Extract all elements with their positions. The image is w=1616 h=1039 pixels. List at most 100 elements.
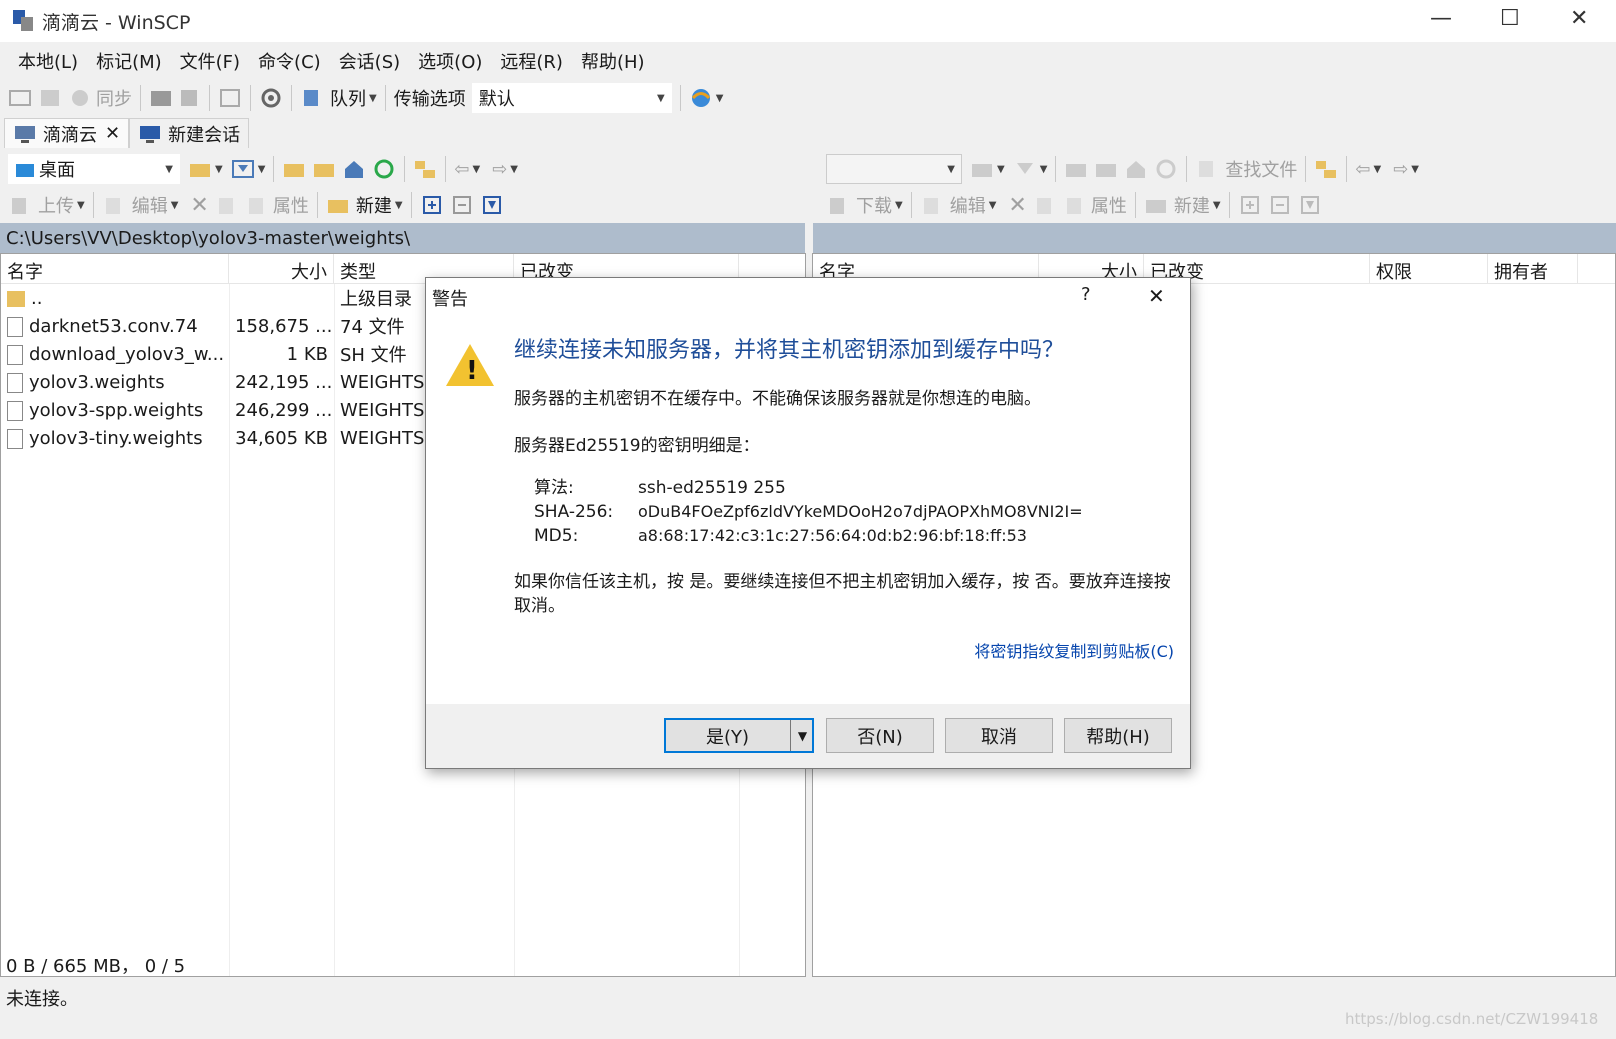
find-files-icon[interactable] xyxy=(1195,158,1219,180)
queue-icon[interactable] xyxy=(300,87,324,109)
parent-dir-icon[interactable] xyxy=(282,158,306,180)
menu-local[interactable]: 本地(L) xyxy=(18,48,78,74)
no-button[interactable]: 否(N) xyxy=(826,718,934,753)
local-path-bar[interactable]: C:\Users\VV\Desktop\yolov3-master\weight… xyxy=(0,223,805,253)
help-button[interactable]: 帮助(H) xyxy=(1064,718,1172,753)
transfer-settings-select[interactable]: 默认 ▼ xyxy=(471,83,672,113)
col-rights[interactable]: 权限 xyxy=(1370,254,1488,283)
filter-select-icon[interactable] xyxy=(480,194,504,216)
help-icon[interactable]: ? xyxy=(1081,284,1091,305)
globe-sync-icon[interactable] xyxy=(689,87,713,109)
filter-icon[interactable] xyxy=(1013,158,1037,180)
menu-options[interactable]: 选项(O) xyxy=(418,48,482,74)
home-icon[interactable] xyxy=(1124,158,1148,180)
chevron-down-icon[interactable]: ▼ xyxy=(1374,164,1382,175)
new-button[interactable]: 新建 xyxy=(1174,192,1210,218)
chevron-down-icon[interactable]: ▼ xyxy=(395,200,403,211)
download-icon[interactable] xyxy=(826,194,850,216)
refresh-icon[interactable] xyxy=(1154,158,1178,180)
rename-icon[interactable] xyxy=(1033,194,1057,216)
properties-button[interactable]: 属性 xyxy=(273,192,309,218)
chevron-down-icon[interactable]: ▼ xyxy=(1040,164,1048,175)
keep-uptodate-icon[interactable] xyxy=(68,87,92,109)
minimize-button[interactable]: — xyxy=(1430,6,1452,31)
remote-dir-select[interactable]: ▼ xyxy=(826,154,962,184)
close-icon[interactable]: ✕ xyxy=(1148,284,1165,308)
queue-button[interactable]: 队列 xyxy=(330,85,366,111)
open-folder-icon[interactable] xyxy=(188,158,212,180)
unselect-icon[interactable] xyxy=(1268,194,1292,216)
new-button[interactable]: 新建 xyxy=(356,192,392,218)
chevron-down-icon[interactable]: ▼ xyxy=(510,164,518,175)
copy-fingerprint-link[interactable]: 将密钥指纹复制到剪贴板(C) xyxy=(974,638,1174,662)
close-icon[interactable]: ✕ xyxy=(105,123,120,144)
open-folder-icon[interactable] xyxy=(970,158,994,180)
compare-icon[interactable] xyxy=(8,87,32,109)
menu-command[interactable]: 命令(C) xyxy=(258,48,321,74)
chevron-down-icon[interactable]: ▼ xyxy=(895,200,903,211)
home-icon[interactable] xyxy=(342,158,366,180)
rename-icon[interactable] xyxy=(215,194,239,216)
tab-session-didiyun[interactable]: 滴滴云 ✕ xyxy=(4,118,130,148)
new-folder-icon[interactable] xyxy=(326,194,350,216)
select-all-icon[interactable] xyxy=(420,194,444,216)
maximize-button[interactable]: ☐ xyxy=(1500,6,1520,31)
chevron-down-icon[interactable]: ▼ xyxy=(989,200,997,211)
upload-icon[interactable] xyxy=(8,194,32,216)
filter-icon[interactable] xyxy=(231,158,255,180)
col-owner[interactable]: 拥有者 xyxy=(1488,254,1578,283)
chevron-down-icon[interactable]: ▼ xyxy=(171,200,179,211)
chevron-down-icon[interactable]: ▼ xyxy=(997,164,1005,175)
upload-button[interactable]: 上传 xyxy=(38,192,74,218)
menu-mark[interactable]: 标记(M) xyxy=(96,48,162,74)
queue-dropdown-icon[interactable]: ▼ xyxy=(369,93,377,104)
edit-button[interactable]: 编辑 xyxy=(132,192,168,218)
yes-button[interactable]: 是(Y) ▼ xyxy=(664,718,814,753)
chevron-down-icon[interactable]: ▼ xyxy=(215,164,223,175)
chevron-down-icon[interactable]: ▼ xyxy=(473,164,481,175)
chevron-down-icon[interactable]: ▼ xyxy=(77,200,85,211)
edit-button[interactable]: 编辑 xyxy=(950,192,986,218)
properties-icon[interactable] xyxy=(245,194,269,216)
chevron-down-icon[interactable]: ▼ xyxy=(1411,164,1419,175)
tab-new-session[interactable]: 新建会话 xyxy=(129,118,250,148)
chevron-down-icon[interactable]: ▼ xyxy=(1213,200,1221,211)
gear-icon[interactable] xyxy=(259,87,283,109)
transfer-icon[interactable] xyxy=(218,87,242,109)
cancel-button[interactable]: 取消 xyxy=(945,718,1053,753)
back-icon[interactable]: ⇦ xyxy=(1355,159,1370,180)
edit-icon[interactable] xyxy=(920,194,944,216)
col-name[interactable]: 名字 xyxy=(1,254,229,283)
parent-dir-icon[interactable] xyxy=(1064,158,1088,180)
chevron-down-icon[interactable]: ▼ xyxy=(258,164,266,175)
unselect-icon[interactable] xyxy=(450,194,474,216)
remote-path-bar[interactable] xyxy=(813,223,1616,253)
sync-button[interactable]: 同步 xyxy=(96,85,132,111)
chevron-down-icon[interactable]: ▼ xyxy=(716,93,724,104)
forward-icon[interactable]: ⇨ xyxy=(1393,159,1408,180)
download-button[interactable]: 下载 xyxy=(856,192,892,218)
tree-icon[interactable] xyxy=(1314,158,1338,180)
putty-icon[interactable] xyxy=(177,87,201,109)
forward-icon[interactable]: ⇨ xyxy=(492,159,507,180)
yes-dropdown-icon[interactable]: ▼ xyxy=(790,720,814,751)
menu-session[interactable]: 会话(S) xyxy=(339,48,400,74)
select-all-icon[interactable] xyxy=(1238,194,1262,216)
delete-icon[interactable]: ✕ xyxy=(190,193,208,218)
new-folder-icon[interactable] xyxy=(1144,194,1168,216)
menu-help[interactable]: 帮助(H) xyxy=(581,48,645,74)
terminal-icon[interactable] xyxy=(149,87,173,109)
edit-icon[interactable] xyxy=(102,194,126,216)
filter-select-icon[interactable] xyxy=(1298,194,1322,216)
tree-icon[interactable] xyxy=(413,158,437,180)
synchronize-browse-icon[interactable] xyxy=(38,87,62,109)
delete-icon[interactable]: ✕ xyxy=(1008,193,1026,218)
back-icon[interactable]: ⇦ xyxy=(454,159,469,180)
root-dir-icon[interactable] xyxy=(1094,158,1118,180)
root-dir-icon[interactable] xyxy=(312,158,336,180)
properties-icon[interactable] xyxy=(1063,194,1087,216)
col-size[interactable]: 大小 xyxy=(229,254,334,283)
refresh-icon[interactable] xyxy=(372,158,396,180)
properties-button[interactable]: 属性 xyxy=(1091,192,1127,218)
menu-remote[interactable]: 远程(R) xyxy=(500,48,563,74)
